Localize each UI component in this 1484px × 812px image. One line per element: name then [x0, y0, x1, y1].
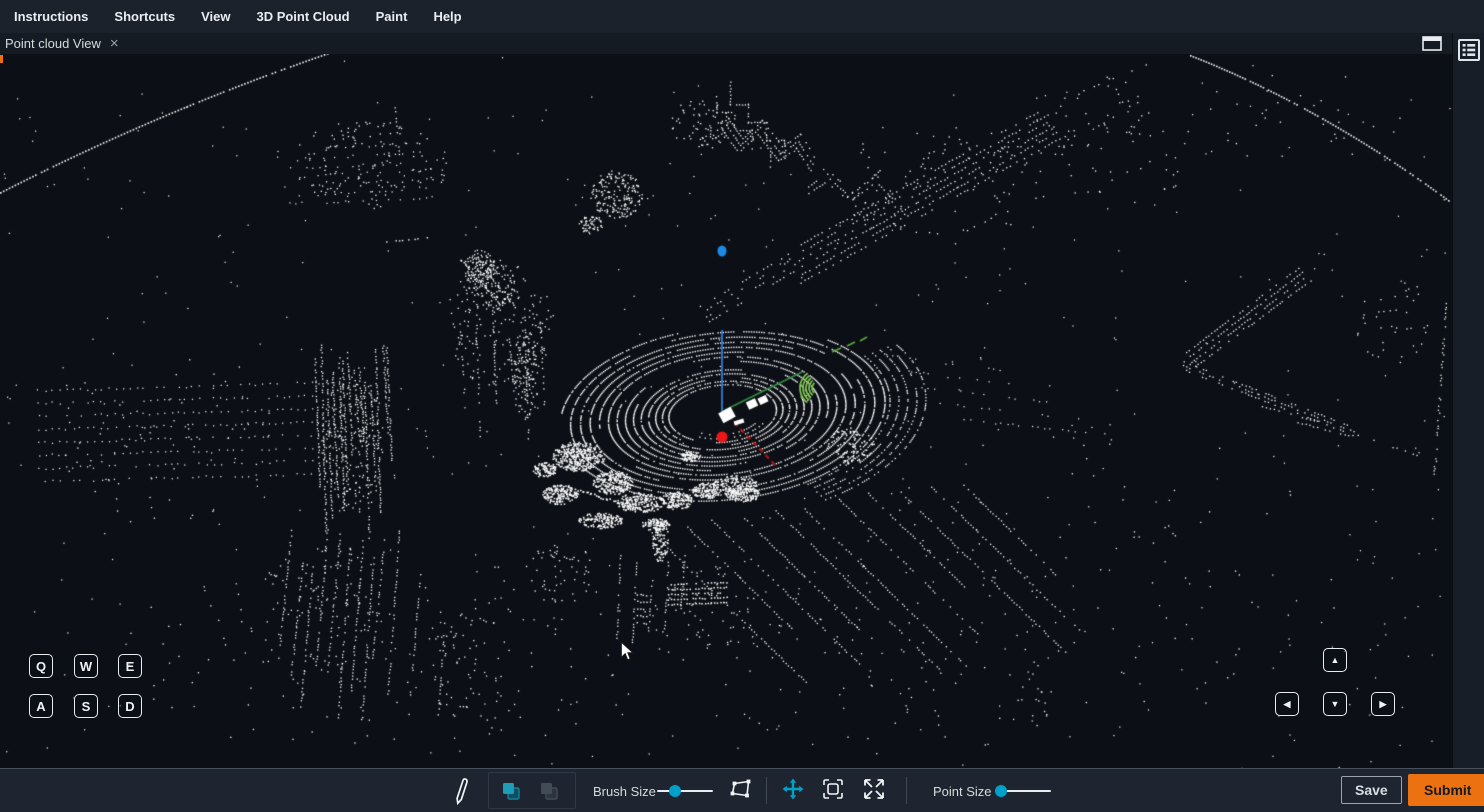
copy-paste-group: [488, 772, 576, 809]
arrow-up-icon: ▲: [1331, 656, 1340, 665]
point-cloud-canvas[interactable]: [0, 54, 1452, 768]
fullscreen-button[interactable]: [862, 777, 886, 801]
key-a-button[interactable]: A: [29, 694, 53, 718]
key-e-button[interactable]: E: [118, 654, 142, 678]
polygon-tool-button[interactable]: [729, 777, 753, 801]
annotation-app: Instructions Shortcuts View 3D Point Clo…: [0, 0, 1484, 812]
arrow-down-icon: ▼: [1331, 700, 1340, 709]
close-icon[interactable]: ×: [110, 36, 119, 51]
nav-down-button[interactable]: ▼: [1323, 692, 1347, 716]
menu-bar: Instructions Shortcuts View 3D Point Clo…: [0, 0, 1484, 33]
tab-title: Point cloud View: [5, 36, 101, 51]
list-panel-icon[interactable]: [1458, 39, 1480, 61]
brush-size-slider[interactable]: [657, 785, 713, 797]
paste-icon: [537, 791, 561, 806]
copy-button[interactable]: [499, 779, 523, 803]
bottom-toolbar: Brush Size: [0, 768, 1484, 812]
move-icon: [781, 789, 805, 804]
window-icon[interactable]: [1422, 36, 1442, 51]
key-d-button[interactable]: D: [118, 694, 142, 718]
toolbar-divider: [906, 777, 907, 804]
key-w-label: W: [80, 659, 92, 674]
tab-bar: Point cloud View ×: [0, 33, 1452, 54]
nav-up-button[interactable]: ▲: [1323, 648, 1347, 672]
key-s-button[interactable]: S: [74, 694, 98, 718]
menu-3d-point-cloud[interactable]: 3D Point Cloud: [256, 9, 349, 24]
save-button[interactable]: Save: [1341, 776, 1402, 804]
menu-help[interactable]: Help: [433, 9, 461, 24]
point-size-slider[interactable]: [995, 785, 1051, 797]
arrow-left-icon: ◀: [1284, 700, 1291, 709]
pencil-tool-button[interactable]: [451, 776, 471, 806]
menu-shortcuts[interactable]: Shortcuts: [114, 9, 175, 24]
key-q-button[interactable]: Q: [29, 654, 53, 678]
arrow-right-icon: ▶: [1380, 700, 1387, 709]
move-tool-button[interactable]: [781, 777, 805, 801]
expand-icon: [862, 789, 886, 804]
point-size-label: Point Size: [933, 784, 992, 799]
brush-size-thumb[interactable]: [669, 785, 681, 797]
menu-paint[interactable]: Paint: [376, 9, 408, 24]
key-d-label: D: [125, 699, 134, 714]
menu-view[interactable]: View: [201, 9, 230, 24]
active-panel-indicator: [0, 55, 3, 63]
point-size-thumb[interactable]: [995, 785, 1007, 797]
key-q-label: Q: [36, 659, 46, 674]
pencil-icon: [451, 794, 471, 809]
submit-button[interactable]: Submit: [1408, 774, 1484, 806]
frame-fit-icon: [821, 789, 845, 804]
paste-button[interactable]: [537, 779, 561, 803]
tab-point-cloud-view[interactable]: Point cloud View ×: [0, 33, 1452, 54]
brush-size-label: Brush Size: [593, 784, 656, 799]
brush-size-track: [657, 790, 713, 792]
key-s-label: S: [82, 699, 91, 714]
key-e-label: E: [126, 659, 135, 674]
copy-icon: [499, 791, 523, 806]
right-sidebar: [1452, 33, 1484, 768]
menu-instructions[interactable]: Instructions: [14, 9, 88, 24]
polygon-icon: [729, 789, 753, 804]
fit-view-button[interactable]: [821, 777, 845, 801]
key-w-button[interactable]: W: [74, 654, 98, 678]
key-a-label: A: [36, 699, 45, 714]
nav-right-button[interactable]: ▶: [1371, 692, 1395, 716]
toolbar-divider: [766, 777, 767, 804]
nav-left-button[interactable]: ◀: [1275, 692, 1299, 716]
